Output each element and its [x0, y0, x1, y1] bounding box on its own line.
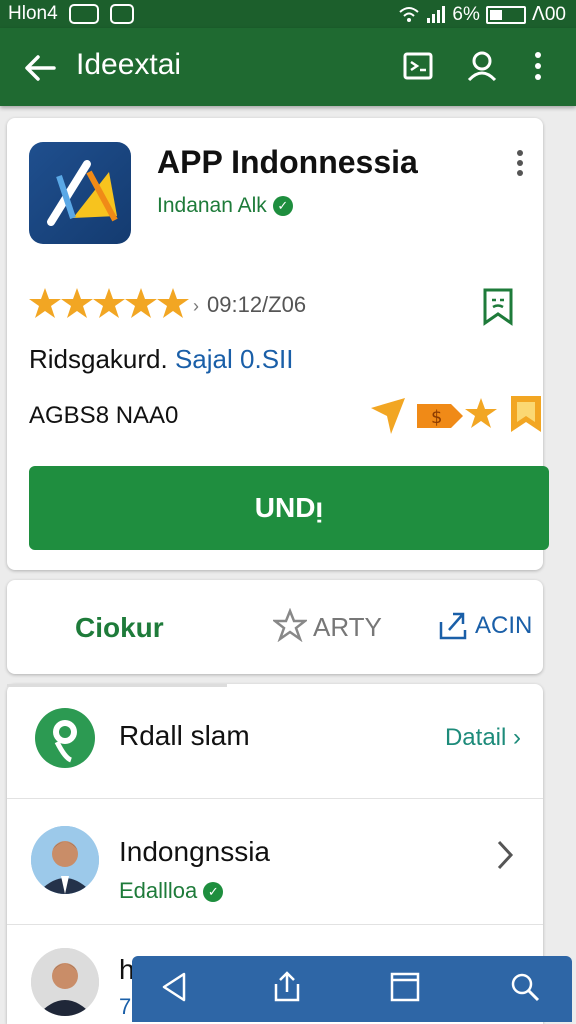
more-vertical-icon[interactable] [515, 148, 525, 178]
section-title: Rdall slam [119, 720, 250, 751]
tab-strip: Ciokur ARTY ACIN [7, 580, 543, 674]
clock: ᐱ00 [531, 4, 566, 25]
more-vertical-icon[interactable] [528, 48, 548, 84]
share-icon [439, 612, 467, 640]
battery-icon [485, 5, 526, 24]
search-icon[interactable] [508, 970, 542, 1004]
detail-link[interactable]: Datail › [445, 724, 521, 752]
back-triangle-icon[interactable] [158, 970, 192, 1004]
app-bar-title: Ideextai [76, 48, 182, 81]
list-item-subtitle: 7 [119, 994, 132, 1019]
info-link[interactable]: Sajal 0.SII [175, 344, 294, 374]
progress-divider [7, 684, 227, 687]
divider [7, 798, 543, 799]
carrier-text: Hlon4 [8, 3, 58, 24]
battery-percent: 6% [452, 3, 480, 25]
rating-text: 09:12/Z06 [207, 292, 307, 317]
avatar [31, 826, 99, 894]
install-button[interactable]: UNDᴉ [29, 466, 549, 550]
chevron-right-icon[interactable] [495, 838, 515, 872]
bookmark-icon[interactable] [481, 288, 515, 326]
svg-text:$: $ [431, 407, 442, 428]
account-icon[interactable] [464, 48, 500, 84]
location-icon [35, 708, 95, 768]
tab-2[interactable]: ARTY [313, 612, 382, 643]
list-item-sub-text: Edallloa [119, 878, 198, 903]
app-info-card: APP Indonnessia Indanan Alk ✓ › 09:12/Z06… [7, 118, 549, 570]
star-icons [29, 288, 189, 318]
signal-icon [427, 5, 446, 23]
divider [7, 924, 543, 925]
share-icon[interactable] [270, 970, 304, 1004]
app-bar: Ideextai [0, 28, 576, 106]
star-outline-icon [273, 608, 307, 642]
list-item-title: Indongnssia [119, 836, 271, 867]
rating-stars [29, 286, 189, 322]
verified-icon: ✓ [272, 196, 293, 217]
avatar [31, 948, 99, 1016]
badge-icons: $ [371, 396, 541, 434]
status-bar: Hlon4 6% ᐱ00 [0, 0, 576, 28]
notification-icon [68, 3, 99, 24]
window-icon[interactable] [388, 970, 422, 1004]
info-line-2: AGBS8 NAA0 [29, 402, 179, 429]
app-name: APP Indonnessia [157, 144, 418, 180]
info-line-1: Ridsgakurd. Sajal 0.SII [29, 344, 293, 375]
wifi-icon [399, 6, 420, 22]
app-logo-icon[interactable] [29, 142, 131, 244]
tab-3[interactable]: ACIN [475, 612, 532, 640]
verified-icon: ✓ [203, 882, 224, 903]
list-item-subtitle: Edallloa ✓ [119, 878, 224, 904]
library-icon[interactable] [400, 48, 436, 84]
info-line-1-text: Ridsgakurd. [29, 344, 168, 374]
shield-icon [110, 3, 135, 24]
bottom-nav-bar [132, 956, 572, 1022]
back-arrow-icon[interactable] [20, 48, 60, 88]
tab-1[interactable]: Ciokur [75, 612, 164, 644]
chevron-right-icon: › [193, 296, 199, 316]
developer-name[interactable]: Indanan Alk ✓ [157, 194, 293, 218]
developer-label[interactable]: Indanan Alk [157, 194, 267, 217]
